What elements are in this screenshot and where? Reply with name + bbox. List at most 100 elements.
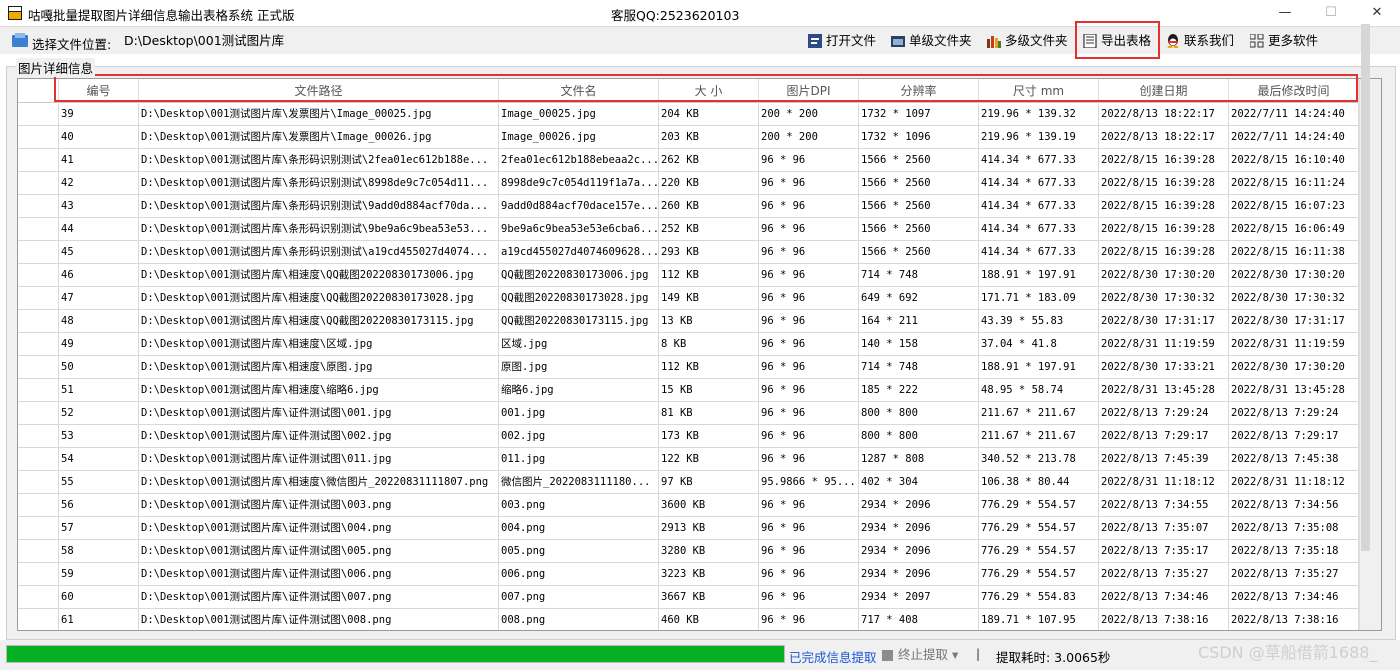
table-cell: 011.jpg <box>499 448 659 471</box>
table-row[interactable]: 58 D:\Desktop\001测试图片库\证件测试图\005.png 005.p… <box>18 540 1359 563</box>
table-row[interactable]: 40 D:\Desktop\001测试图片库\发票图片\Image_00026.j… <box>18 126 1359 149</box>
table-cell: 49 <box>59 333 139 356</box>
table-cell: 96 * 96 <box>759 448 859 471</box>
row-gutter[interactable] <box>18 264 59 287</box>
table-cell: 2022/8/13 7:29:24 <box>1229 402 1359 425</box>
minimize-button[interactable]: — <box>1262 0 1308 26</box>
table-cell: 2022/8/31 11:19:59 <box>1229 333 1359 356</box>
table-cell: 776.29 * 554.83 <box>979 586 1099 609</box>
table-cell: 2022/8/13 7:35:27 <box>1099 563 1229 586</box>
row-gutter[interactable] <box>18 172 59 195</box>
table-row[interactable]: 59 D:\Desktop\001测试图片库\证件测试图\006.png 006.p… <box>18 563 1359 586</box>
row-gutter[interactable] <box>18 333 59 356</box>
table-cell: 95.9866 * 95... <box>759 471 859 494</box>
status-text: 已完成信息提取 <box>789 650 877 665</box>
table-cell: 414.34 * 677.33 <box>979 241 1099 264</box>
table-cell: 260 KB <box>659 195 759 218</box>
scrollbar-thumb[interactable] <box>1361 24 1370 551</box>
table-cell: 8998de9c7c054d119f1a7a... <box>499 172 659 195</box>
table-row[interactable]: 45 D:\Desktop\001测试图片库\条形码识别测试\a19cd45502… <box>18 241 1359 264</box>
row-gutter[interactable] <box>18 310 59 333</box>
table-row[interactable]: 42 D:\Desktop\001测试图片库\条形码识别测试\8998de9c7c… <box>18 172 1359 195</box>
export-button-highlight <box>1075 21 1160 59</box>
row-gutter[interactable] <box>18 379 59 402</box>
table-cell: 717 * 408 <box>859 609 979 630</box>
close-button[interactable]: ✕ <box>1354 0 1400 26</box>
row-gutter[interactable] <box>18 563 59 586</box>
table-row[interactable]: 44 D:\Desktop\001测试图片库\条形码识别测试\9be9a6c9be… <box>18 218 1359 241</box>
table-cell: 96 * 96 <box>759 241 859 264</box>
contact-us-button[interactable]: 联系我们 <box>1164 30 1234 52</box>
row-gutter[interactable] <box>18 540 59 563</box>
table-row[interactable]: 48 D:\Desktop\001测试图片库\相速度\QQ截图2022083017… <box>18 310 1359 333</box>
table-row[interactable]: 46 D:\Desktop\001测试图片库\相速度\QQ截图2022083017… <box>18 264 1359 287</box>
table-row[interactable]: 50 D:\Desktop\001测试图片库\相速度\原图.jpg 原图.jpg 11… <box>18 356 1359 379</box>
row-gutter[interactable] <box>18 103 59 126</box>
table-cell: 2022/8/13 7:29:17 <box>1229 425 1359 448</box>
table-row[interactable]: 54 D:\Desktop\001测试图片库\证件测试图\011.jpg 011.j… <box>18 448 1359 471</box>
table-cell: 55 <box>59 471 139 494</box>
row-gutter[interactable] <box>18 425 59 448</box>
row-gutter[interactable] <box>18 517 59 540</box>
row-gutter[interactable] <box>18 448 59 471</box>
table-cell: 96 * 96 <box>759 356 859 379</box>
row-gutter[interactable] <box>18 149 59 172</box>
table-row[interactable]: 56 D:\Desktop\001测试图片库\证件测试图\003.png 003.p… <box>18 494 1359 517</box>
table-row[interactable]: 41 D:\Desktop\001测试图片库\条形码识别测试\2fea01ec61… <box>18 149 1359 172</box>
table-cell: 776.29 * 554.57 <box>979 563 1099 586</box>
single-folder-button[interactable]: 单级文件夹 <box>889 30 972 52</box>
table-cell: 96 * 96 <box>759 540 859 563</box>
open-file-button[interactable]: 打开文件 <box>806 30 876 52</box>
image-details-table[interactable]: 编号 文件路径 文件名大 小图片DPI 分辨率 尺寸 mm 创建日期 最后修改时间 39 D:… <box>17 78 1382 631</box>
row-gutter[interactable] <box>18 609 59 630</box>
table-row[interactable]: 53 D:\Desktop\001测试图片库\证件测试图\002.jpg 002.j… <box>18 425 1359 448</box>
table-cell: 39 <box>59 103 139 126</box>
table-row[interactable]: 51 D:\Desktop\001测试图片库\相速度\缩略6.jpg 缩略6.jpg… <box>18 379 1359 402</box>
row-gutter[interactable] <box>18 471 59 494</box>
table-cell: 1732 * 1097 <box>859 103 979 126</box>
table-cell: 2022/8/13 7:35:17 <box>1099 540 1229 563</box>
table-row[interactable]: 60 D:\Desktop\001测试图片库\证件测试图\007.png 007.p… <box>18 586 1359 609</box>
stop-extract-button[interactable]: 终止提取 ▾ <box>880 645 958 665</box>
table-cell: 171.71 * 183.09 <box>979 287 1099 310</box>
table-cell: 252 KB <box>659 218 759 241</box>
row-gutter[interactable] <box>18 218 59 241</box>
table-cell: 1566 * 2560 <box>859 172 979 195</box>
table-row[interactable]: 61 D:\Desktop\001测试图片库\证件测试图\008.png 008.p… <box>18 609 1359 630</box>
row-gutter[interactable] <box>18 586 59 609</box>
row-gutter[interactable] <box>18 402 59 425</box>
table-cell: 3223 KB <box>659 563 759 586</box>
multi-folder-button[interactable]: 多级文件夹 <box>985 30 1068 52</box>
table-cell: 2022/8/31 11:18:12 <box>1229 471 1359 494</box>
table-row[interactable]: 52 D:\Desktop\001测试图片库\证件测试图\001.jpg 001.j… <box>18 402 1359 425</box>
table-cell: 96 * 96 <box>759 287 859 310</box>
table-row[interactable]: 47 D:\Desktop\001测试图片库\相速度\QQ截图2022083017… <box>18 287 1359 310</box>
table-cell: 2022/8/13 7:38:16 <box>1229 609 1359 630</box>
table-row[interactable]: 57 D:\Desktop\001测试图片库\证件测试图\004.png 004.p… <box>18 517 1359 540</box>
table-row[interactable]: 39 D:\Desktop\001测试图片库\发票图片\Image_00025.j… <box>18 103 1359 126</box>
row-gutter[interactable] <box>18 494 59 517</box>
table-cell: 96 * 96 <box>759 218 859 241</box>
table-cell: 43.39 * 55.83 <box>979 310 1099 333</box>
table-cell: 414.34 * 677.33 <box>979 149 1099 172</box>
open-file-label: 打开文件 <box>826 33 877 48</box>
table-cell: 185 * 222 <box>859 379 979 402</box>
row-gutter[interactable] <box>18 126 59 149</box>
table-row[interactable]: 49 D:\Desktop\001测试图片库\相速度\区域.jpg 区域.jpg 8 … <box>18 333 1359 356</box>
open-file-icon <box>808 34 822 48</box>
maximize-button[interactable]: ☐ <box>1308 0 1354 26</box>
table-cell: 1732 * 1096 <box>859 126 979 149</box>
more-software-button[interactable]: 更多软件 <box>1248 30 1318 52</box>
table-row[interactable]: 43 D:\Desktop\001测试图片库\条形码识别测试\9add0d884a… <box>18 195 1359 218</box>
row-gutter[interactable] <box>18 356 59 379</box>
table-cell: 220 KB <box>659 172 759 195</box>
table-cell: 112 KB <box>659 356 759 379</box>
group-label: 图片详细信息 <box>16 58 96 77</box>
table-cell: D:\Desktop\001测试图片库\相速度\QQ截图202208301731… <box>139 310 499 333</box>
row-gutter[interactable] <box>18 241 59 264</box>
table-row[interactable]: 55 D:\Desktop\001测试图片库\相速度\微信图片_202208311… <box>18 471 1359 494</box>
path-input[interactable]: D:\Desktop\001测试图片库 <box>120 30 800 52</box>
row-gutter[interactable] <box>18 195 59 218</box>
row-gutter[interactable] <box>18 287 59 310</box>
table-cell: 54 <box>59 448 139 471</box>
